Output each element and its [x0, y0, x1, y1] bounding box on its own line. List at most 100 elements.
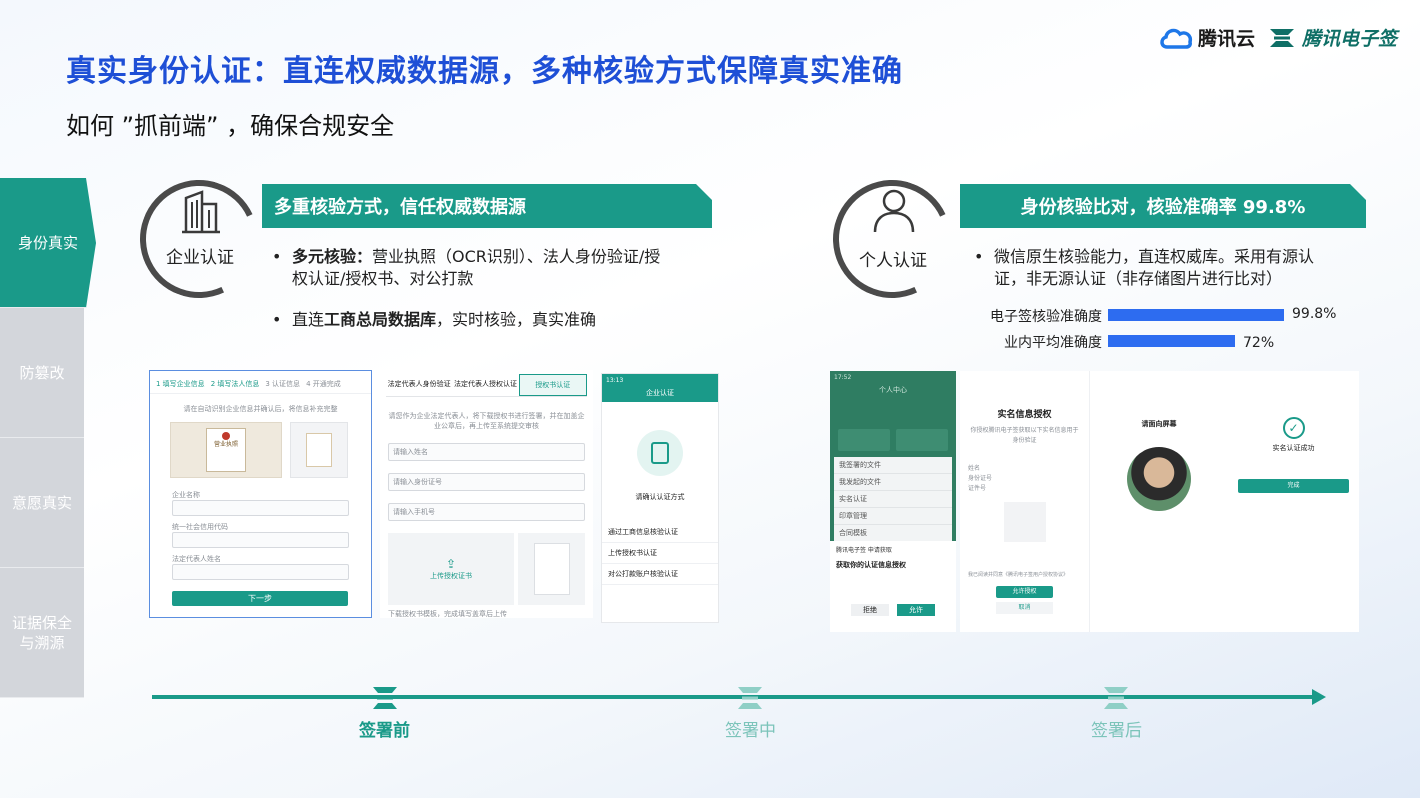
popup-title: 腾讯电子签 申请获取 [836, 547, 892, 554]
personal-bullet-1: • 微信原生核验能力，直连权威库。采用有源认 证，非无源认证（非存储图片进行比对… [974, 247, 1315, 288]
enterprise-bullet-2-post: ，实时核验，真实准确 [436, 310, 597, 329]
bar-value-1: 72% [1243, 335, 1275, 351]
enterprise-banner: 多重核验方式，信任权威数据源 [262, 184, 712, 228]
option-bank[interactable]: 对公打款账户核验认证 [602, 564, 718, 585]
tencent-esign-text: 腾讯电子签 [1302, 28, 1398, 50]
enterprise-bullet-1: • 多元核验：营业执照（OCR识别）、法人身份验证/授 权认证/授权书、对公打款 [272, 247, 661, 288]
allow-button[interactable]: 允许 [897, 604, 935, 616]
enterprise-circle-ring [123, 163, 275, 315]
letter-preview [518, 533, 585, 605]
tab-legal-verify[interactable]: 法定代表人身份验证 [386, 374, 452, 396]
menu-item-1[interactable]: 我发起的文件 [834, 474, 952, 491]
bar-label-0: 电子签核验准确度 [990, 309, 1102, 325]
mobile-nav-title: 企业认证 [646, 389, 674, 397]
side-nav-intent[interactable]: 意愿真实 [0, 438, 84, 568]
face-title: 请面向屏幕 [1141, 420, 1177, 428]
user-icon [870, 186, 918, 238]
enterprise-bullet-2-bold: 工商总局数据库 [324, 310, 437, 329]
esign-logo-icon [1270, 28, 1294, 47]
id-input[interactable]: 请输入身份证号 [388, 473, 585, 491]
tab-letter-auth[interactable]: 授权书认证 [518, 374, 587, 396]
check-circle-icon: ✓ [1282, 417, 1305, 439]
upload-label: 上传授权证书 [430, 572, 473, 580]
timeline-label-before: 签署前 [359, 721, 410, 741]
page-subtitle: 如何 ”抓前端” ，确保合规安全 [66, 112, 395, 140]
license-image: 营业执照 [170, 422, 282, 478]
step-2: 2 填写法人信息 [210, 380, 260, 388]
popup-body: 获取你的认证信息授权 [836, 561, 906, 569]
bar-0 [1108, 309, 1284, 321]
personal-banner: 身份核验比对，核验准确率 99.8% [960, 184, 1366, 228]
menu-item-2[interactable]: 实名认证 [834, 491, 952, 508]
allow-auth-button[interactable]: 允许授权 [996, 586, 1053, 598]
side-nav-evidence[interactable]: 证据保全 与溯源 [0, 568, 84, 698]
timeline-arrow [1312, 689, 1326, 705]
face-check-panel: 请面向屏幕 [1094, 371, 1224, 632]
next-button[interactable]: 下一步 [172, 591, 348, 606]
deny-button[interactable]: 拒绝 [851, 604, 889, 616]
side-nav-tamper-proof[interactable]: 防篡改 [0, 308, 84, 438]
name-input[interactable]: 请输入姓名 [388, 443, 585, 461]
personal-circle-label: 个人认证 [859, 251, 927, 271]
id-photo-placeholder [1003, 502, 1046, 542]
legal-rep-field[interactable] [172, 564, 349, 580]
tencent-cloud-text: 腾讯云 [1198, 28, 1256, 50]
realname-desc: 你授权腾讯电子签获取以下实名信息用于身份验证 [970, 427, 1079, 444]
timeline-marker-during [736, 685, 764, 715]
option-letter[interactable]: 上传授权书认证 [602, 543, 718, 564]
company-name-field[interactable] [172, 500, 349, 516]
realname-auth-panel: 实名信息授权 你授权腾讯电子签获取以下实名信息用于身份验证 姓名 身份证号 证件… [960, 371, 1090, 632]
realname-row-1: 身份证号 [968, 475, 993, 482]
bar-label-1: 业内平均准确度 [1004, 335, 1102, 351]
mobile-enterprise-screenshot: 13:13 企业认证 请确认认证方式 通过工商信息核验认证 上传授权书认证 对公… [601, 373, 719, 623]
upload-box[interactable]: ⇪ 上传授权证书 [388, 533, 515, 605]
page-title: 真实身份认证：直连权威数据源，多种核验方式保障真实准确 [66, 54, 903, 89]
tab-legal-auth[interactable]: 法定代表人授权认证 [452, 374, 518, 396]
wechat-personal-screenshot: 17:52 个人中心 我签署的文件 我发起的文件 实名认证 印章管理 合同模板 … [830, 371, 956, 632]
face-avatar [1127, 447, 1191, 511]
timeline-line [152, 695, 1316, 699]
side-nav: 身份真实 防篡改 意愿真实 证据保全 与溯源 [0, 178, 96, 698]
upload-icon: ⇪ [445, 557, 457, 571]
realname-title: 实名信息授权 [997, 410, 1052, 420]
license-title: 营业执照 [213, 441, 238, 448]
success-panel: ✓ 实名认证成功 完成 [1228, 371, 1359, 632]
auth-footer: 下载授权书模板，完成填写盖章后上传 [388, 610, 507, 618]
step-1: 1 填写企业信息 [156, 380, 205, 388]
field-label-2: 统一社会信用代码 [172, 523, 228, 531]
cancel-button[interactable]: 取消 [996, 602, 1053, 614]
success-text: 实名认证成功 [1272, 444, 1315, 452]
wechat-nav-title: 个人中心 [879, 386, 907, 394]
accuracy-chart: 电子签核验准确度 99.8% 业内平均准确度 72% [972, 304, 1372, 354]
license-thumb [290, 422, 348, 478]
timeline-marker-after [1102, 685, 1130, 715]
auth-popup: 腾讯电子签 申请获取 获取你的认证信息授权 拒绝 允许 [830, 541, 956, 632]
mobile-header: 13:13 企业认证 [602, 374, 718, 402]
side-nav-identity[interactable]: 身份真实 [0, 178, 96, 308]
step-3: 3 认证信息 [265, 380, 301, 388]
menu-item-4[interactable]: 合同模板 [834, 525, 952, 541]
enterprise-circle-label: 企业认证 [166, 248, 234, 268]
agree-text[interactable]: 我已阅读并同意《腾讯电子签用户授权协议》 [968, 570, 1081, 580]
status-time: 13:13 [606, 377, 624, 384]
enterprise-bullet-2: • 直连工商总局数据库，实时核验，真实准确 [272, 310, 597, 329]
mobile-heading: 请确认认证方式 [635, 493, 685, 501]
bar-value-0: 99.8% [1292, 306, 1337, 322]
tencent-esign-logo: 腾讯电子签 [1268, 24, 1397, 51]
menu-item-3[interactable]: 印章管理 [834, 508, 952, 525]
bar-1 [1108, 335, 1235, 347]
enterprise-bullet-1-bold: 多元核验： [292, 247, 373, 266]
menu-item-0[interactable]: 我签署的文件 [834, 457, 952, 474]
field-label-3: 法定代表人姓名 [172, 555, 221, 563]
credit-code-field[interactable] [172, 532, 349, 548]
auth-desc: 请您作为企业法定代表人，将下载授权书进行签署，并在加盖企业公章后，再上传至系统提… [388, 412, 585, 430]
form-hint: 请在自动识别企业信息并确认后，将信息补充完整 [183, 405, 338, 413]
cloud-icon [1160, 28, 1193, 49]
tencent-cloud-logo: 腾讯云 [1158, 24, 1255, 51]
done-button[interactable]: 完成 [1238, 479, 1349, 493]
option-business-info[interactable]: 通过工商信息核验认证 [602, 522, 718, 543]
realname-row-0: 姓名 [968, 465, 981, 472]
personal-bullet-1-line2: 证，非无源认证（非存储图片进行比对） [994, 269, 1283, 288]
phone-input[interactable]: 请输入手机号 [388, 503, 585, 521]
step-4: 4 开通完成 [306, 380, 341, 388]
